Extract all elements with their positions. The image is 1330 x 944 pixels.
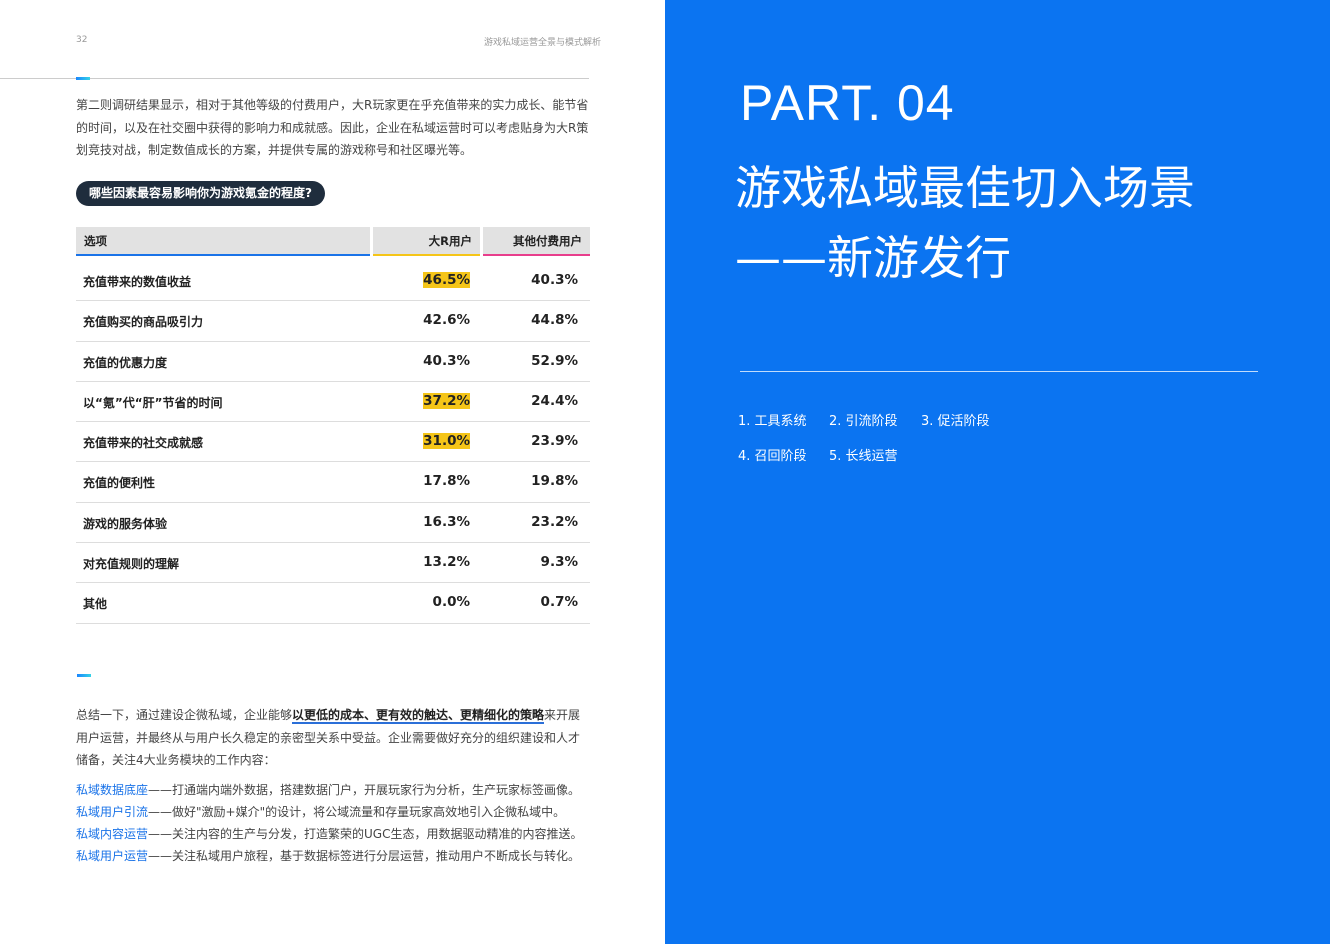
option-cell: 对充值规则的理解 [83,557,180,572]
summary-emphasis: 以更低的成本、更有效的触达、更精细化的策略 [292,708,545,724]
big-r-cell: 46.5% [423,272,470,288]
option-cell: 充值的优惠力度 [83,355,168,370]
other-cell: 44.8% [531,312,578,329]
big-r-cell: 13.2% [423,554,470,571]
other-cell: 40.3% [531,272,578,288]
header-other: 其他付费用户 [483,227,590,256]
table-row: 充值带来的社交成就感 31.0% 23.9% [76,422,590,463]
table-row: 充值购买的商品吸引力 42.6% 44.8% [76,301,590,342]
intro-line: 划竞技对战，制定数值成长的方案，并提供专属的游戏称号和社区曝光等。 [76,143,473,157]
big-r-cell: 31.0% [423,433,470,450]
module-item: 私域数据底座——打通端内端外数据，搭建数据门户，开展玩家行为分析，生产玩家标签画… [76,781,580,798]
big-r-cell: 37.2% [423,392,470,409]
module-item: 私域内容运营——关注内容的生产与分发，打造繁荣的UGC生态，用数据驱动精准的内容… [76,825,582,842]
toc-item: 4. 召回阶段 [738,449,807,464]
option-cell: 以“氪”代“肝”节省的时间 [83,395,223,410]
module-item: 私域用户引流——做好"激励+媒介"的设计，将公域流量和存量玩家高效地引入企微私域… [76,803,565,820]
big-r-cell: 42.6% [423,312,470,329]
option-cell: 充值带来的社交成就感 [83,436,204,451]
summary-text: 来开展 [544,708,581,722]
big-r-cell: 17.8% [423,473,470,490]
toc-item: 5. 长线运营 [829,449,898,464]
option-cell: 充值带来的数值收益 [83,275,192,289]
summary-line: 总结一下，通过建设企微私域，企业能够以更低的成本、更有效的触达、更精细化的策略来… [76,704,591,727]
accent-bar [77,674,91,677]
module-text: ——打通端内端外数据，搭建数据门户，开展玩家行为分析，生产玩家标签画像。 [148,783,581,797]
module-item: 私域用户运营——关注私域用户旅程，基于数据标签进行分层运营，推动用户不断成长与转… [76,847,580,864]
table-row: 充值带来的数值收益 46.5% 40.3% [76,261,590,302]
module-text: ——做好"激励+媒介"的设计，将公域流量和存量玩家高效地引入企微私域中。 [148,805,566,819]
module-text: ——关注私域用户旅程，基于数据标签进行分层运营，推动用户不断成长与转化。 [148,849,581,863]
summary-line: 用户运营，并最终从与用户长久稳定的亲密型关系中受益。企业需要做好充分的组织建设和… [76,730,581,745]
other-cell: 24.4% [531,392,578,409]
module-key: 私域数据底座 [76,783,149,797]
option-cell: 充值购买的商品吸引力 [83,315,204,330]
part-label: PART. 04 [740,75,955,131]
other-cell: 9.3% [540,554,578,571]
option-cell: 其他 [83,597,108,612]
option-cell: 游戏的服务体验 [83,516,168,531]
table-row: 充值的便利性 17.8% 19.8% [76,462,590,503]
page-number: 32 [76,35,88,45]
summary-paragraph: 总结一下，通过建设企微私域，企业能够以更低的成本、更有效的触达、更精细化的策略来… [76,704,591,772]
intro-paragraph: 第二则调研结果显示，相对于其他等级的付费用户，大R玩家更在乎充值带来的实力成长、… [76,94,591,162]
big-r-cell: 0.0% [432,594,470,611]
intro-line: 的时间，以及在社交圈中获得的影响力和成就感。因此，企业在私域运营时可以考虑贴身为… [76,120,589,135]
other-cell: 0.7% [540,594,578,611]
table-row: 其他 0.0% 0.7% [76,583,590,624]
table-row: 以“氪”代“肝”节省的时间 37.2% 24.4% [76,382,590,423]
survey-table: 充值带来的数值收益 46.5% 40.3% 充值购买的商品吸引力 42.6% 4… [76,261,590,624]
accent-bar [76,77,90,80]
module-key: 私域用户运营 [76,849,149,863]
big-r-cell: 16.3% [423,513,470,530]
module-key: 私域用户引流 [76,805,149,819]
toc-item: 2. 引流阶段 [829,414,898,429]
module-key: 私域内容运营 [76,827,149,841]
table-row: 对充值规则的理解 13.2% 9.3% [76,543,590,584]
summary-line: 储备，关注4大业务模块的工作内容： [76,753,276,767]
big-r-cell: 40.3% [423,352,470,369]
header-option: 选项 [76,227,370,256]
table-row: 充值的优惠力度 40.3% 52.9% [76,342,590,382]
other-cell: 19.8% [531,473,578,490]
other-cell: 23.2% [531,513,578,530]
table-row: 游戏的服务体验 16.3% 23.2% [76,503,590,544]
section-subtitle: ——新游发行 [735,231,1011,285]
option-cell: 充值的便利性 [83,476,156,491]
header-big-r: 大R用户 [373,227,480,256]
other-cell: 23.9% [531,433,578,450]
intro-line: 第二则调研结果显示，相对于其他等级的付费用户，大R玩家更在乎充值带来的实力成长、… [76,98,589,112]
toc-item: 1. 工具系统 [738,414,807,429]
right-page: PART. 04 游戏私域最佳切入场景 ——新游发行 1. 工具系统 2. 引流… [665,0,1330,944]
left-page: 32 游戏私域运营全景与模式解析 第二则调研结果显示，相对于其他等级的付费用户，… [0,0,665,944]
module-text: ——关注内容的生产与分发，打造繁荣的UGC生态，用数据驱动精准的内容推送。 [148,827,583,841]
title-divider [740,371,1258,372]
other-cell: 52.9% [531,352,578,369]
section-title: 游戏私域最佳切入场景 [735,161,1195,215]
question-pill: 哪些因素最容易影响你为游戏氪金的程度? [76,181,325,206]
toc-item: 3. 促活阶段 [921,414,990,429]
summary-text: 总结一下，通过建设企微私域，企业能够 [76,708,293,722]
running-title: 游戏私域运营全景与模式解析 [484,38,602,48]
